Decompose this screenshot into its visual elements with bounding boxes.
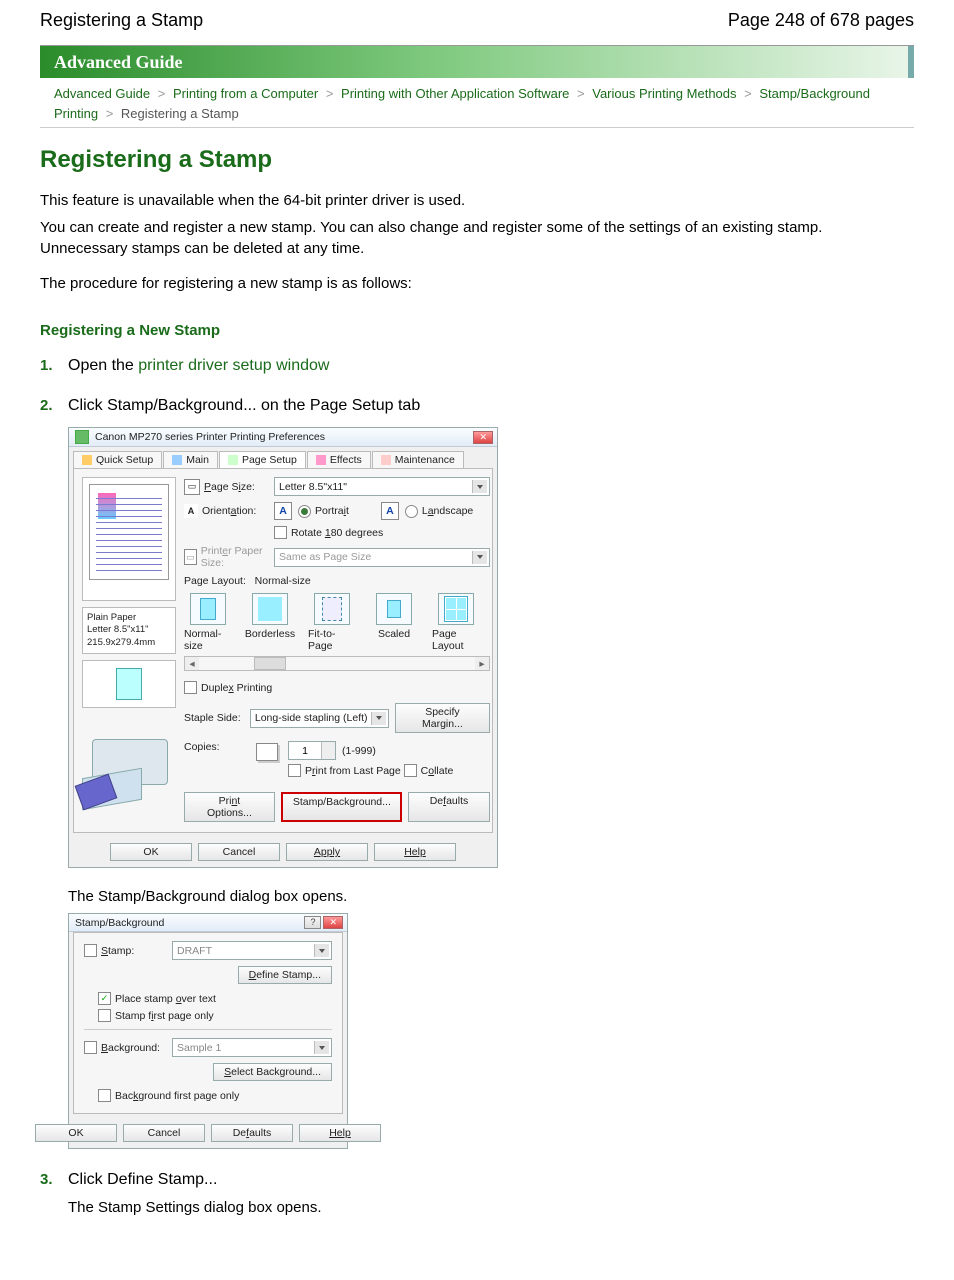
intro-2: The procedure for registering a new stam… (40, 273, 914, 294)
landscape-radio[interactable]: Landscape (405, 505, 473, 518)
intro-1: You can create and register a new stamp.… (40, 217, 914, 259)
stamp-select[interactable]: DRAFT (172, 941, 332, 960)
background-select[interactable]: Sample 1 (172, 1038, 332, 1057)
staple-label: Staple Side: (184, 712, 244, 724)
tab-maintenance[interactable]: Maintenance (372, 451, 464, 468)
rotate-180-checkbox[interactable]: Rotate 180 degrees (274, 526, 383, 539)
collate-checkbox[interactable]: Collate (404, 764, 454, 777)
dialog2-title: Stamp/Background (75, 917, 164, 929)
orientation-label: Orientation: (202, 505, 256, 517)
tab-effects[interactable]: Effects (307, 451, 371, 468)
copies-label: Copies: (184, 741, 248, 753)
select-background-button[interactable]: Select Background... (213, 1063, 332, 1081)
layout-page-layout[interactable]: Page Layout (432, 593, 480, 652)
tab-quick-setup[interactable]: Quick Setup (73, 451, 162, 468)
step-2-title: Click Stamp/Background... on the Page Se… (68, 397, 420, 414)
portrait-icon: A (274, 502, 292, 520)
printer-driver-link[interactable]: printer driver setup window (138, 357, 329, 374)
doc-title: Registering a Stamp (40, 10, 203, 31)
layout-normal[interactable]: Normal-size (184, 593, 232, 652)
dialog1-title: Canon MP270 series Printer Printing Pref… (95, 431, 325, 443)
tab-main[interactable]: Main (163, 451, 218, 468)
copies-icon (254, 741, 282, 765)
ok-button[interactable]: OK (110, 843, 192, 861)
crumb-current: Registering a Stamp (121, 106, 239, 121)
orientation-icon: A (184, 504, 198, 518)
close-icon[interactable]: ✕ (323, 916, 343, 929)
page-title: Registering a Stamp (40, 146, 914, 174)
printer-paper-icon: ▭ (184, 549, 197, 565)
copies-range: (1-999) (342, 745, 376, 757)
copies-input[interactable] (288, 741, 336, 760)
help-button[interactable]: Help (374, 843, 456, 861)
step-3-after: The Stamp Settings dialog box opens. (68, 1197, 914, 1218)
ok-button[interactable]: OK (35, 1124, 117, 1142)
layout-scrollbar[interactable]: ◂▸ (184, 656, 490, 671)
duplex-checkbox[interactable]: Duplex Printing (184, 681, 272, 694)
page-size-label: Page Size: (204, 481, 255, 493)
stamp-background-button[interactable]: Stamp/Background... (281, 792, 402, 822)
step-2-after: The Stamp/Background dialog box opens. (68, 886, 914, 907)
layout-scaled[interactable]: Scaled (370, 593, 418, 652)
banner-advanced-guide: Advanced Guide (40, 46, 914, 78)
apply-button[interactable]: Apply (286, 843, 368, 861)
tabs: Quick Setup Main Page Setup Effects Main… (69, 447, 497, 468)
crumb-2[interactable]: Printing with Other Application Software (341, 86, 569, 101)
intro-0: This feature is unavailable when the 64-… (40, 190, 914, 211)
bg-firstpage-checkbox[interactable]: Background first page only (98, 1089, 239, 1102)
thumb-preview (82, 660, 176, 708)
print-options-button[interactable]: Print Options... (184, 792, 275, 822)
specify-margin-button[interactable]: Specify Margin... (395, 703, 490, 733)
cancel-button[interactable]: Cancel (198, 843, 280, 861)
printer-illustration (82, 714, 176, 824)
media-info: Plain Paper Letter 8.5"x11" 215.9x279.4m… (82, 607, 176, 654)
crumb-3[interactable]: Various Printing Methods (592, 86, 736, 101)
crumb-0[interactable]: Advanced Guide (54, 86, 150, 101)
cancel-button[interactable]: Cancel (123, 1124, 205, 1142)
page-preview (82, 477, 176, 601)
stamp-background-dialog: Stamp/Background ? ✕ Stamp: DRAFT De (68, 913, 348, 1149)
app-icon (75, 430, 89, 444)
crumb-1[interactable]: Printing from a Computer (173, 86, 318, 101)
print-last-checkbox[interactable]: Print from Last Page (288, 764, 401, 777)
landscape-icon: A (381, 502, 399, 520)
layout-fit[interactable]: Fit-to-Page (308, 593, 356, 652)
step-num-2: 2. (40, 397, 53, 414)
stamp-firstpage-checkbox[interactable]: Stamp first page only (98, 1009, 214, 1022)
define-stamp-button[interactable]: Define Stamp... (238, 966, 332, 984)
close-icon[interactable]: ✕ (473, 431, 493, 444)
layout-options: Normal-size Borderless Fit-to-Page Scale… (184, 593, 490, 652)
page-indicator: Page 248 of 678 pages (728, 10, 914, 31)
printer-paper-label: Printer Paper Size: (201, 545, 268, 569)
tab-page-setup[interactable]: Page Setup (219, 451, 306, 468)
step-num-1: 1. (40, 357, 53, 374)
page-size-select[interactable]: Letter 8.5"x11" (274, 477, 490, 496)
help-button[interactable]: Help (299, 1124, 381, 1142)
help-icon[interactable]: ? (304, 916, 321, 929)
layout-borderless[interactable]: Borderless (246, 593, 294, 652)
page-layout-value: Normal-size (255, 575, 311, 587)
defaults-button[interactable]: Defaults (211, 1124, 293, 1142)
step-3-title: Click Define Stamp... (68, 1171, 217, 1188)
background-checkbox[interactable]: Background: (84, 1041, 164, 1054)
page-layout-label: Page Layout: (184, 575, 246, 587)
printer-paper-select: Same as Page Size (274, 548, 490, 567)
place-over-checkbox[interactable]: ✓Place stamp over text (98, 992, 216, 1005)
defaults-button[interactable]: Defaults (408, 792, 490, 822)
portrait-radio[interactable]: Portrait (298, 505, 349, 518)
stamp-checkbox[interactable]: Stamp: (84, 944, 164, 957)
page-size-icon: ▭ (184, 479, 200, 495)
section-heading: Registering a New Stamp (40, 322, 914, 339)
step-1-title: Open the printer driver setup window (68, 357, 329, 374)
printing-preferences-dialog: Canon MP270 series Printer Printing Pref… (68, 427, 498, 868)
breadcrumb: Advanced Guide > Printing from a Compute… (54, 84, 914, 123)
step-num-3: 3. (40, 1171, 53, 1188)
staple-select[interactable]: Long-side stapling (Left) (250, 709, 389, 728)
